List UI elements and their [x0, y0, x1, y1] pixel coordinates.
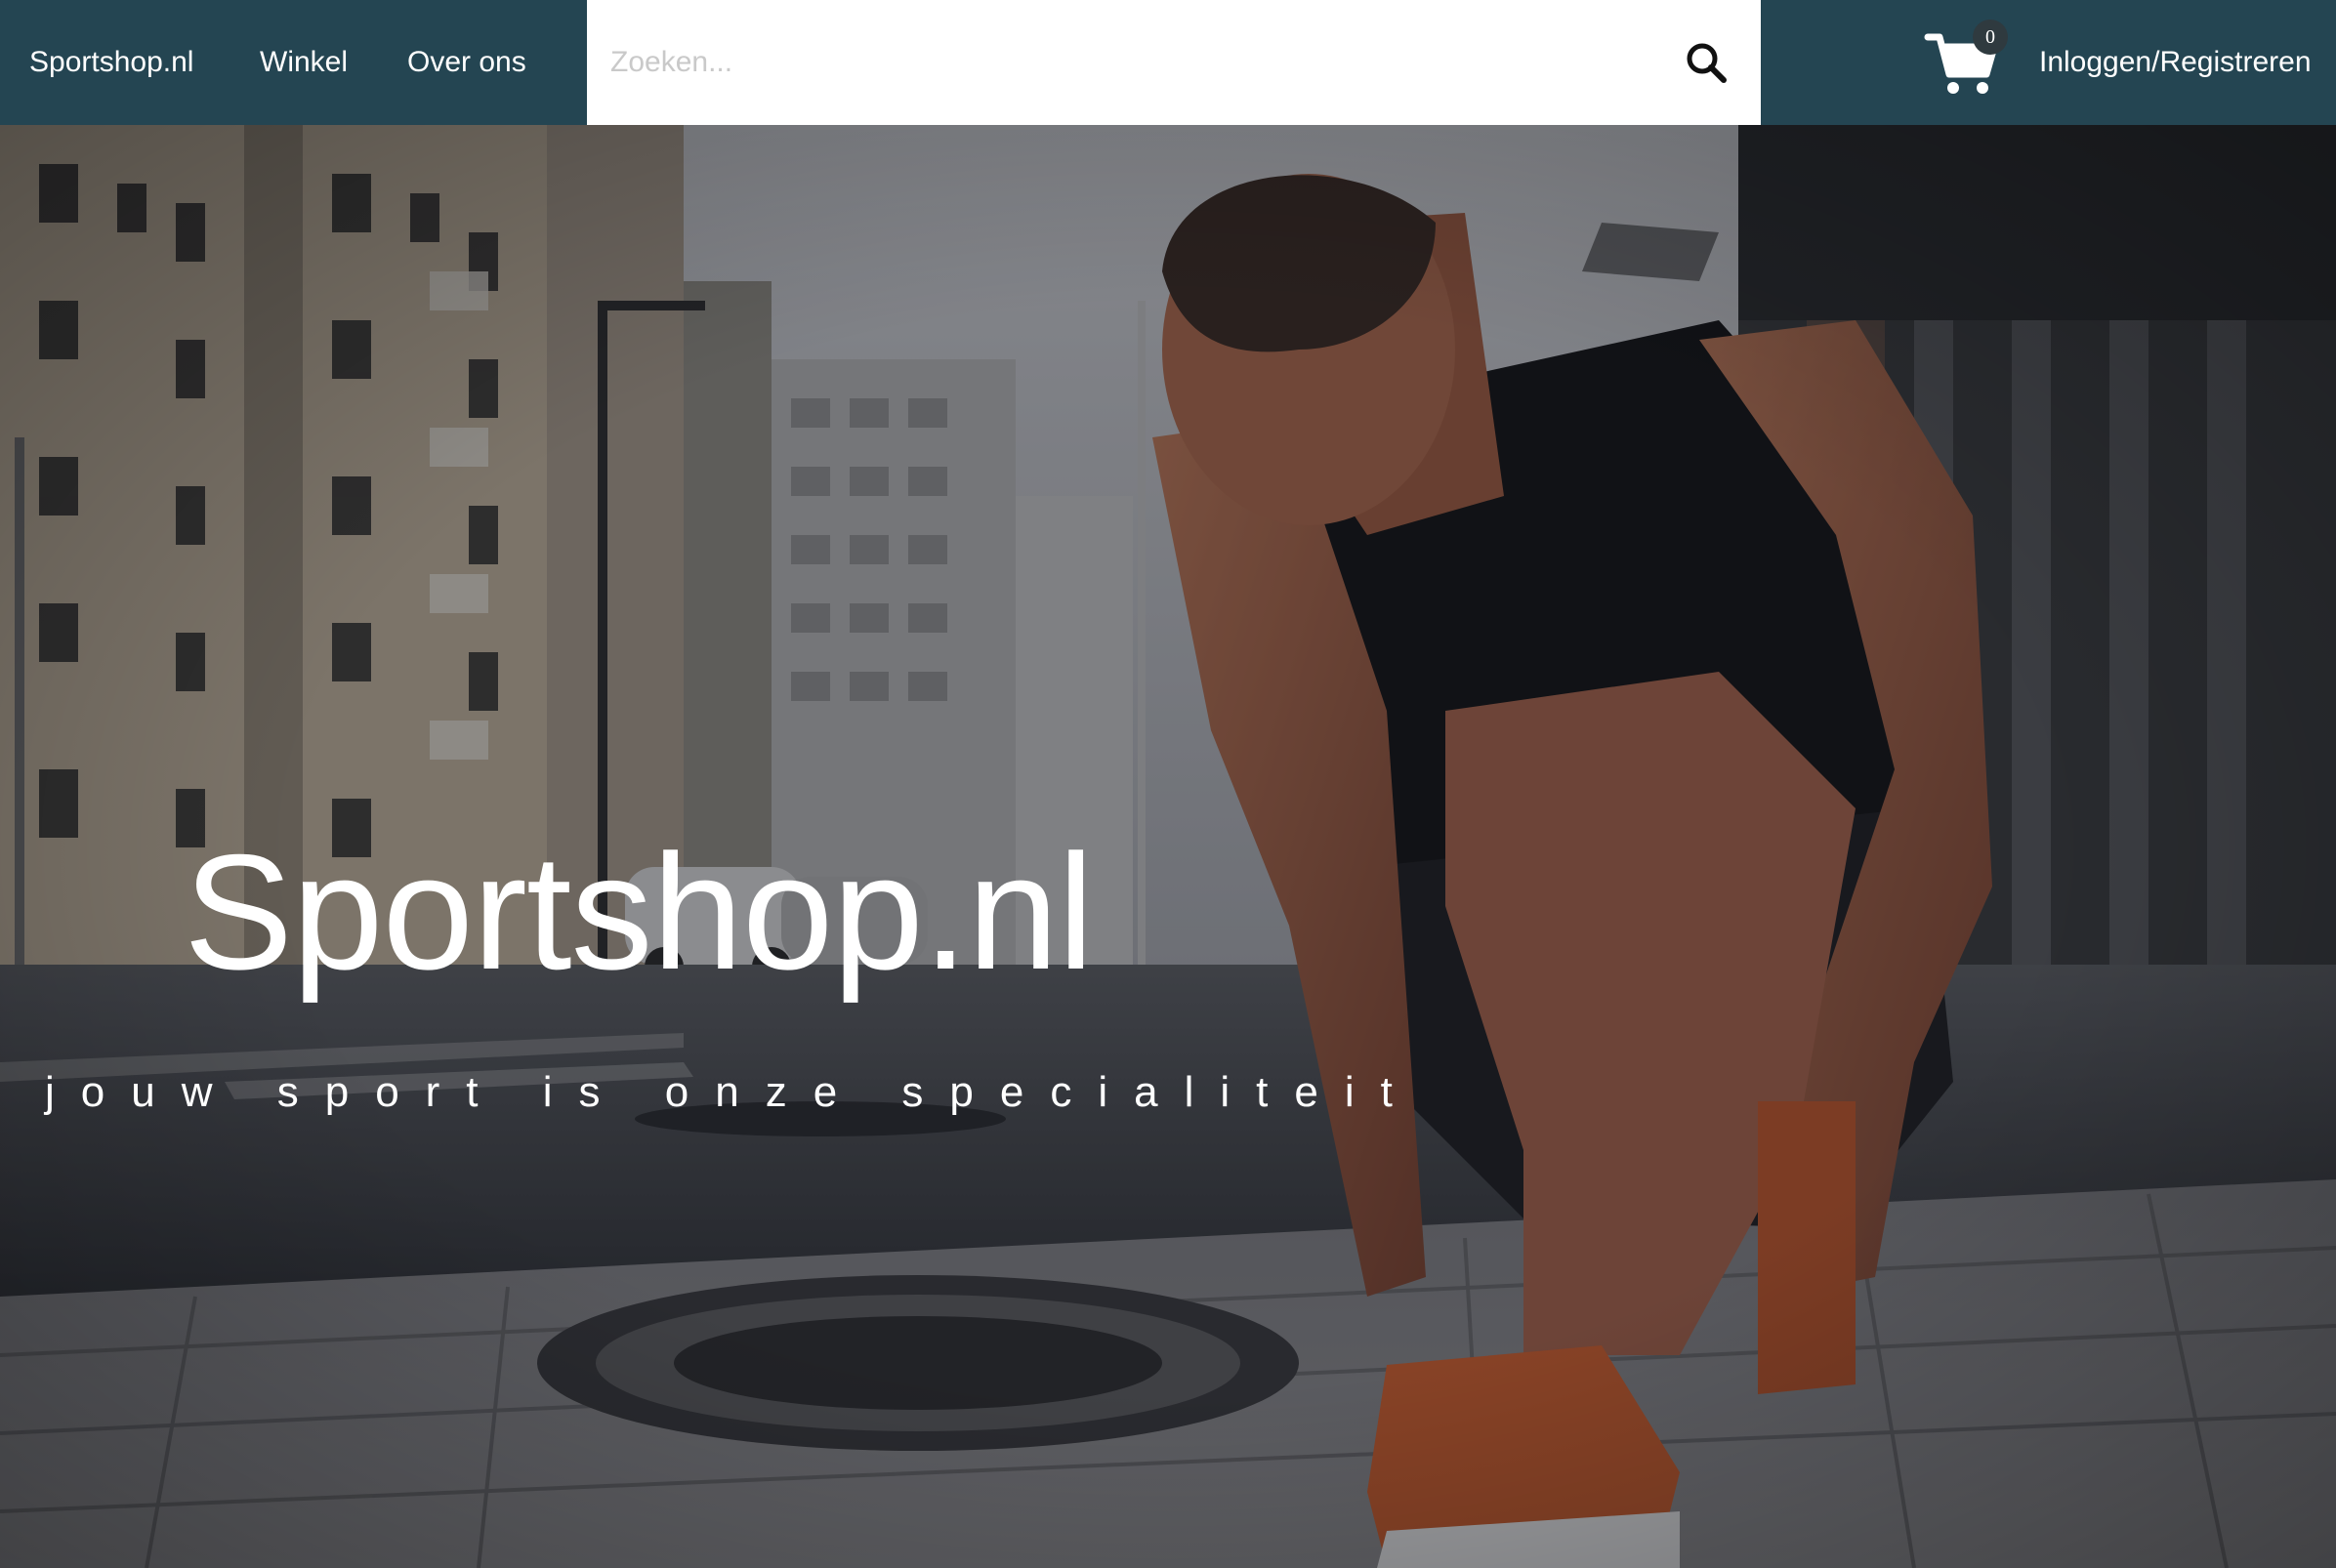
search-button[interactable] — [1681, 37, 1733, 90]
hero-title: Sportshop.nl — [184, 820, 1094, 1004]
top-navbar: Sportshop.nl Winkel Over ons 0 Inloggen/… — [0, 0, 2336, 125]
hero-banner: Sportshop.nl jouw sport is onze speciali… — [0, 125, 2336, 1568]
nav-link-over-ons[interactable]: Over ons — [407, 0, 526, 125]
nav-link-winkel[interactable]: Winkel — [260, 0, 348, 125]
search-input[interactable] — [610, 0, 1665, 125]
search-icon — [1687, 43, 1727, 83]
brand-link[interactable]: Sportshop.nl — [29, 0, 193, 125]
search-bar — [587, 0, 1761, 125]
login-register-link[interactable]: Inloggen/Registreren — [2039, 0, 2312, 125]
cart-count-badge: 0 — [1973, 20, 2008, 55]
hero-tagline: jouw sport is onze specialiteit — [45, 1068, 1419, 1116]
